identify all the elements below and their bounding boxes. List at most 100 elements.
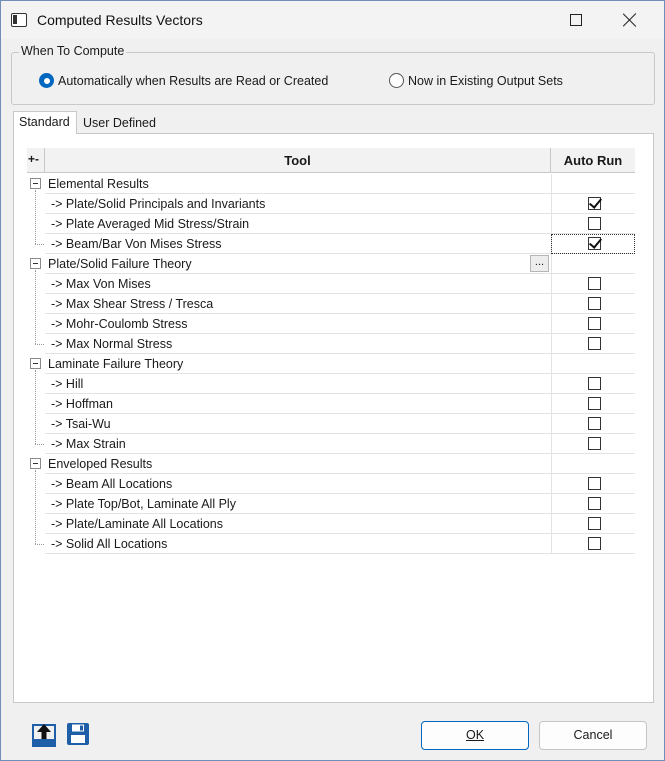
tool-label: -> Mohr-Coulomb Stress (45, 314, 551, 334)
tool-label: -> Plate/Solid Principals and Invariants (45, 194, 551, 214)
radio-selected-icon (39, 73, 54, 88)
auto-run-checkbox[interactable] (588, 417, 601, 430)
tool-label: -> Plate/Laminate All Locations (45, 514, 551, 534)
group-label: Enveloped Results (45, 454, 551, 474)
tool-label: -> Beam/Bar Von Mises Stress (45, 234, 551, 254)
expand-collapse-all-button[interactable]: +- (28, 152, 39, 166)
column-header-tool[interactable]: Tool (45, 153, 550, 168)
auto-run-checkbox[interactable] (588, 297, 601, 310)
auto-run-cell[interactable] (551, 414, 635, 434)
tool-row[interactable]: -> Hill (27, 374, 635, 394)
auto-run-checkbox[interactable] (588, 277, 601, 290)
auto-run-cell[interactable] (551, 434, 635, 454)
auto-run-cell (551, 454, 635, 474)
tool-label: -> Max Normal Stress (45, 334, 551, 354)
auto-run-cell[interactable] (551, 274, 635, 294)
radio-compute-automatically-label: Automatically when Results are Read or C… (58, 73, 329, 88)
maximize-button[interactable] (553, 1, 599, 39)
focused-cell-outline (551, 234, 635, 254)
tool-row[interactable]: -> Hoffman (27, 394, 635, 414)
group-row-plate-solid-failure-theory[interactable]: Plate/Solid Failure Theory ... (27, 254, 635, 274)
auto-run-checkbox[interactable] (588, 517, 601, 530)
tree-connector (35, 344, 44, 345)
auto-run-checkbox[interactable] (588, 437, 601, 450)
tree-connector (35, 244, 44, 245)
auto-run-cell[interactable] (551, 474, 635, 494)
group-label: Laminate Failure Theory (45, 354, 551, 374)
auto-run-cell (551, 174, 635, 194)
tool-row[interactable]: -> Mohr-Coulomb Stress (27, 314, 635, 334)
auto-run-checkbox[interactable] (588, 337, 601, 350)
auto-run-checkbox[interactable] (588, 397, 601, 410)
auto-run-cell[interactable] (551, 514, 635, 534)
tool-label: -> Plate Averaged Mid Stress/Strain (45, 214, 551, 234)
radio-compute-automatically[interactable]: Automatically when Results are Read or C… (39, 73, 328, 88)
tool-row[interactable]: -> Beam All Locations (27, 474, 635, 494)
tool-label: -> Max Von Mises (45, 274, 551, 294)
column-header-auto-run[interactable]: Auto Run (551, 153, 635, 168)
tab-user-defined[interactable]: User Defined (78, 113, 161, 135)
tool-row[interactable]: -> Beam/Bar Von Mises Stress (27, 234, 635, 254)
collapse-icon[interactable] (30, 358, 41, 369)
tool-label: -> Max Shear Stress / Tresca (45, 294, 551, 314)
grid-header: +- Tool Auto Run (27, 148, 635, 173)
radio-unselected-icon (389, 73, 404, 88)
auto-run-cell[interactable] (551, 294, 635, 314)
ok-button[interactable]: OK (421, 721, 529, 750)
tool-row[interactable]: -> Plate Top/Bot, Laminate All Ply (27, 494, 635, 514)
auto-run-cell[interactable] (551, 334, 635, 354)
auto-run-checkbox[interactable] (588, 317, 601, 330)
auto-run-cell[interactable] (551, 534, 635, 554)
auto-run-checkbox[interactable] (588, 377, 601, 390)
title-bar[interactable]: Computed Results Vectors (1, 1, 664, 39)
auto-run-cell[interactable] (551, 374, 635, 394)
ok-button-label: OK (465, 728, 485, 742)
auto-run-cell[interactable] (551, 394, 635, 414)
auto-run-cell[interactable] (551, 194, 635, 214)
auto-run-checkbox[interactable] (588, 477, 601, 490)
upload-icon (32, 724, 56, 747)
auto-run-cell[interactable] (551, 494, 635, 514)
close-icon (623, 13, 637, 27)
tool-row[interactable]: -> Max Strain (27, 434, 635, 454)
collapse-icon[interactable] (30, 258, 41, 269)
auto-run-cell[interactable] (551, 314, 635, 334)
maximize-icon (570, 14, 582, 26)
tool-row[interactable]: -> Tsai-Wu (27, 414, 635, 434)
collapse-icon[interactable] (30, 458, 41, 469)
auto-run-checkbox[interactable] (588, 497, 601, 510)
tool-label: -> Hill (45, 374, 551, 394)
tree-connector (35, 444, 44, 445)
tab-standard[interactable]: Standard (13, 111, 77, 134)
auto-run-checkbox[interactable] (588, 197, 601, 210)
group-row-elemental-results[interactable]: Elemental Results (27, 174, 635, 194)
save-disk-icon (67, 723, 89, 745)
window-app-icon (11, 13, 27, 27)
cancel-button[interactable]: Cancel (539, 721, 647, 750)
tool-row[interactable]: -> Plate Averaged Mid Stress/Strain (27, 214, 635, 234)
dialog-window: Computed Results Vectors When To Compute… (0, 0, 665, 761)
group-row-enveloped-results[interactable]: Enveloped Results (27, 454, 635, 474)
auto-run-cell[interactable] (551, 214, 635, 234)
tool-label: -> Plate Top/Bot, Laminate All Ply (45, 494, 551, 514)
options-ellipsis-button[interactable]: ... (530, 255, 549, 272)
collapse-icon[interactable] (30, 178, 41, 189)
close-button[interactable] (607, 1, 653, 39)
tool-row[interactable]: -> Solid All Locations (27, 534, 635, 554)
tools-grid[interactable]: +- Tool Auto Run Elemental Results -> Pl… (27, 148, 635, 554)
auto-run-checkbox[interactable] (588, 537, 601, 550)
tool-row[interactable]: -> Plate/Solid Principals and Invariants (27, 194, 635, 214)
tool-row[interactable]: -> Max Normal Stress (27, 334, 635, 354)
save-settings-button[interactable] (66, 721, 90, 747)
when-to-compute-label: When To Compute (19, 44, 127, 58)
tool-label: -> Hoffman (45, 394, 551, 414)
tool-row[interactable]: -> Max Von Mises (27, 274, 635, 294)
tool-row[interactable]: -> Plate/Laminate All Locations (27, 514, 635, 534)
auto-run-checkbox[interactable] (588, 217, 601, 230)
tool-label: -> Max Strain (45, 434, 551, 454)
tool-row[interactable]: -> Max Shear Stress / Tresca (27, 294, 635, 314)
load-settings-button[interactable] (32, 721, 56, 747)
group-row-laminate-failure-theory[interactable]: Laminate Failure Theory (27, 354, 635, 374)
radio-compute-now[interactable]: Now in Existing Output Sets (389, 73, 563, 88)
tool-label: -> Solid All Locations (45, 534, 551, 554)
